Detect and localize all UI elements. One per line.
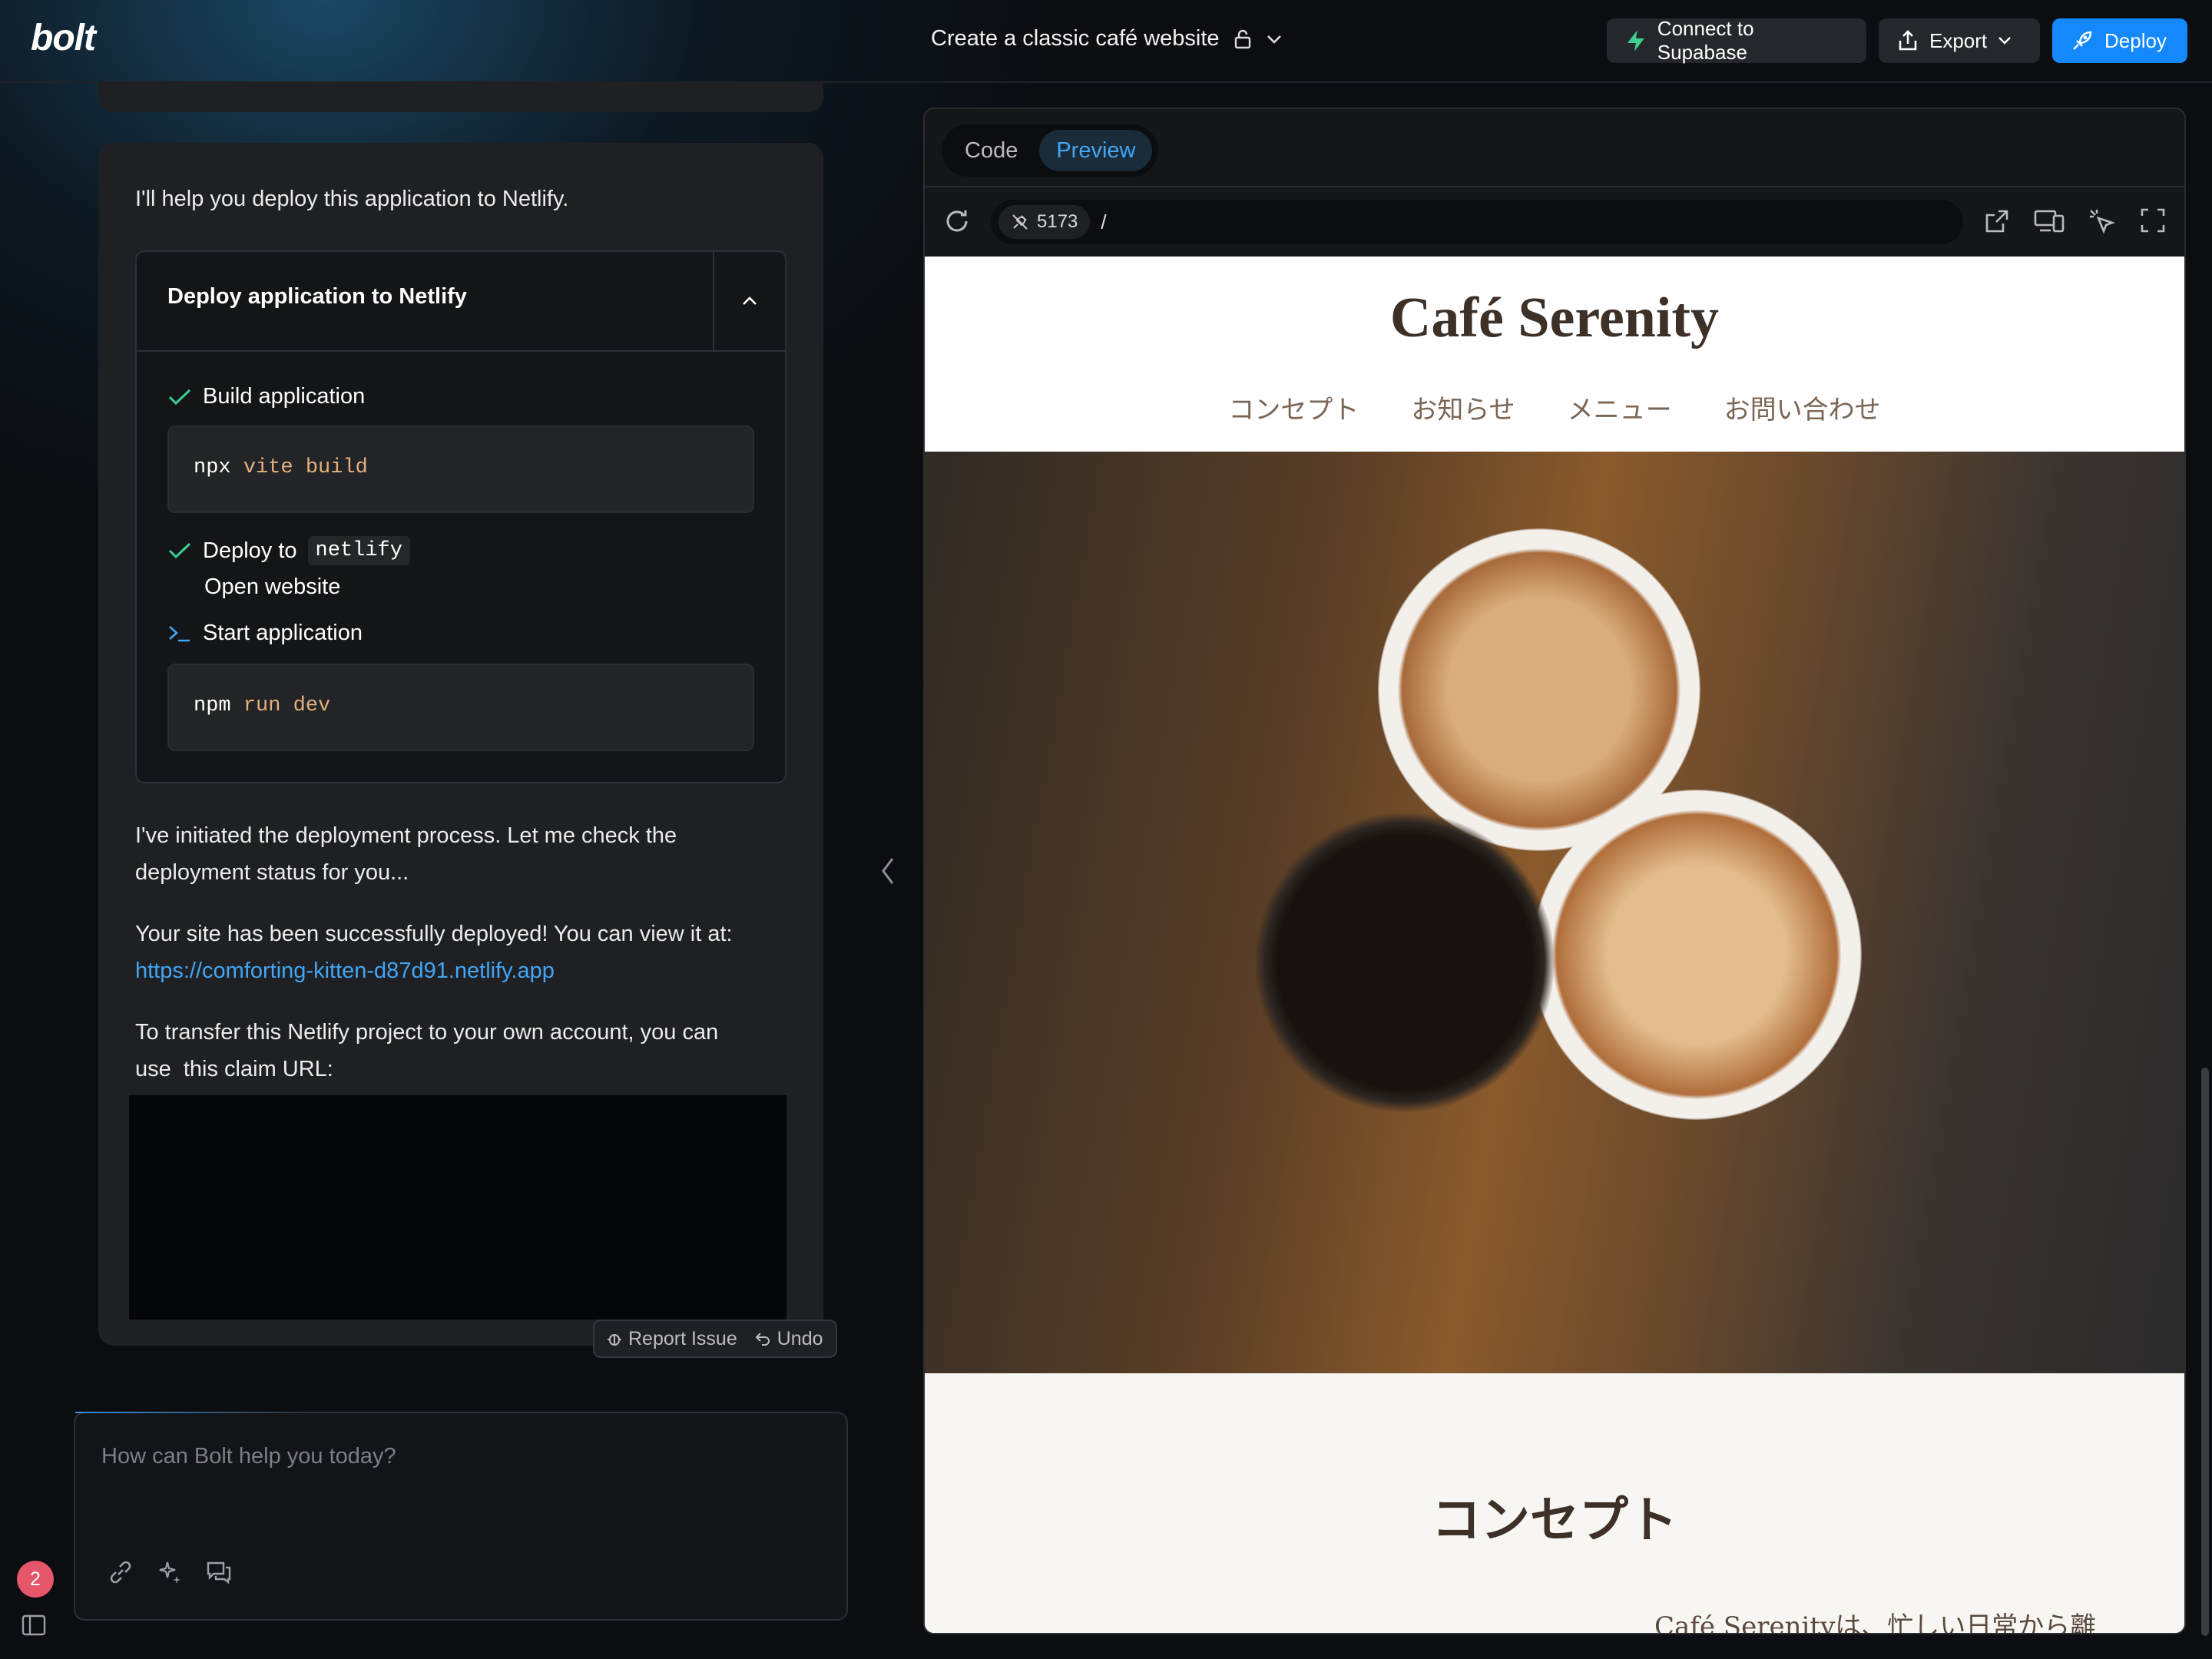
action-title: Deploy application to Netlify [167,284,467,309]
report-issue-label: Report Issue [628,1327,737,1349]
notification-badge[interactable]: 2 [17,1561,54,1598]
transfer-text-line1: To transfer this Netlify project to your… [135,1020,719,1045]
step-deploy: Deploy to netlify [167,536,410,565]
step-start[interactable]: Start application [167,621,363,646]
report-issue-button[interactable]: Report Issue [607,1328,737,1350]
element-inspector-icon[interactable] [2088,207,2115,235]
open-website-link[interactable]: Open website [204,575,340,600]
concept-text: Café Serenityは、忙しい日常から離 [1654,1611,2097,1634]
status-text-line2: deployment status for you... [135,860,409,885]
lock-icon [1234,29,1250,48]
discuss-icon[interactable] [206,1559,232,1585]
plug-icon [1012,214,1028,230]
tab-preview[interactable]: Preview [1039,130,1153,171]
previous-message-card [98,81,823,112]
input-glow [75,1412,306,1413]
site-nav-concept[interactable]: コンセプト [1228,389,1359,426]
transfer-text-line2: use this claim URL: [135,1057,333,1081]
port-number: 5173 [1037,211,1078,232]
workbench-panel: Code Preview 5173 / Café Serenity コンセプト … [923,108,2186,1634]
site-nav-contact[interactable]: お問い合わせ [1724,389,1881,426]
address-bar[interactable]: 5173 / [991,200,1963,244]
site-preview[interactable]: Café Serenity コンセプト お知らせ メニュー お問い合わせ コンセ… [925,257,2184,1634]
device-preview-icon[interactable] [2034,207,2065,235]
bolt-logo[interactable]: bolt [31,17,96,59]
start-command-args: run dev [243,694,331,717]
step-start-label: Start application [203,621,363,645]
latte-cup-right [1532,790,1862,1120]
chevron-down-icon [1267,35,1281,44]
fullscreen-icon[interactable] [2140,207,2166,233]
chat-input-placeholder: How can Bolt help you today? [101,1444,396,1469]
start-command: npm run dev [167,664,754,751]
site-header: Café Serenity コンセプト お知らせ メニュー お問い合わせ [925,257,2184,452]
intro-text: I'll help you deploy this application to… [135,187,569,211]
open-in-new-tab-icon[interactable] [1983,207,2011,235]
check-icon [168,542,191,559]
deployed-site-link[interactable]: https://comforting-kitten-d87d91.netlify… [135,952,555,989]
chevron-down-icon [1998,37,2012,45]
connect-supabase-button[interactable]: Connect to Supabase [1607,17,1866,64]
export-button[interactable]: Export [1879,18,2040,63]
undo-icon [755,1333,770,1346]
success-text: Your site has been successfully deployed… [135,922,733,946]
undo-button[interactable]: Undo [754,1328,823,1350]
tab-code[interactable]: Code [948,130,1035,171]
build-command: npx vite build [167,426,754,513]
top-bar: bolt Create a classic café website Conne… [0,0,2212,83]
connect-supabase-label: Connect to Supabase [1657,17,1754,64]
bug-icon [608,1334,621,1346]
port-selector[interactable]: 5173 [998,205,1091,239]
claim-url-block [129,1095,786,1320]
chevron-up-icon [743,296,757,305]
chat-input[interactable]: How can Bolt help you today? [74,1412,848,1621]
deploy-button[interactable]: Deploy [2052,18,2187,63]
project-title-menu[interactable]: Create a classic café website [931,26,1283,51]
terminal-icon [169,625,190,641]
upload-icon [1899,30,1917,51]
project-title: Create a classic café website [931,26,1220,51]
step-build-label: Build application [203,384,366,409]
undo-label: Undo [777,1327,823,1349]
page-scrollbar[interactable] [2201,1068,2209,1636]
collapse-action-button[interactable] [713,252,785,350]
attach-link-icon[interactable] [108,1559,134,1585]
build-command-bin: npx [194,456,231,479]
site-title[interactable]: Café Serenity [925,286,2184,351]
iced-coffee-glass [1255,813,1555,1112]
sidebar-toggle-icon[interactable] [22,1614,46,1636]
deploy-action-panel: Deploy application to Netlify Build appl… [135,250,786,783]
concept-heading: コンセプト [1432,1492,1677,1549]
reload-icon[interactable] [942,206,972,237]
action-header[interactable]: Deploy application to Netlify [137,252,785,352]
check-icon [168,389,191,405]
start-command-bin: npm [194,694,231,717]
message-actions: Report Issue Undo [593,1320,837,1358]
toolbar-divider [925,186,2184,187]
supabase-icon [1627,30,1644,51]
step-deploy-label: Deploy to [203,538,297,563]
view-tabs: Code Preview [942,124,1159,177]
hero-image [925,452,2184,1373]
deploy-label: Deploy [2104,28,2167,52]
site-nav: コンセプト お知らせ メニュー お問い合わせ [925,389,2184,426]
url-path: / [1101,210,1107,233]
deploy-target-code: netlify [307,536,410,565]
site-nav-menu[interactable]: メニュー [1568,389,1672,426]
site-nav-news[interactable]: お知らせ [1411,389,1515,426]
collapse-chat-chevron-icon[interactable] [879,856,897,886]
concept-section: コンセプト Café Serenityは、忙しい日常から離 [925,1373,2184,1634]
export-label: Export [1929,28,1988,52]
build-command-args: vite build [243,456,368,479]
enhance-prompt-icon[interactable] [157,1559,183,1585]
rocket-icon [2073,31,2092,50]
step-build: Build application [167,384,365,409]
status-text-line1: I've initiated the deployment process. L… [135,823,677,848]
